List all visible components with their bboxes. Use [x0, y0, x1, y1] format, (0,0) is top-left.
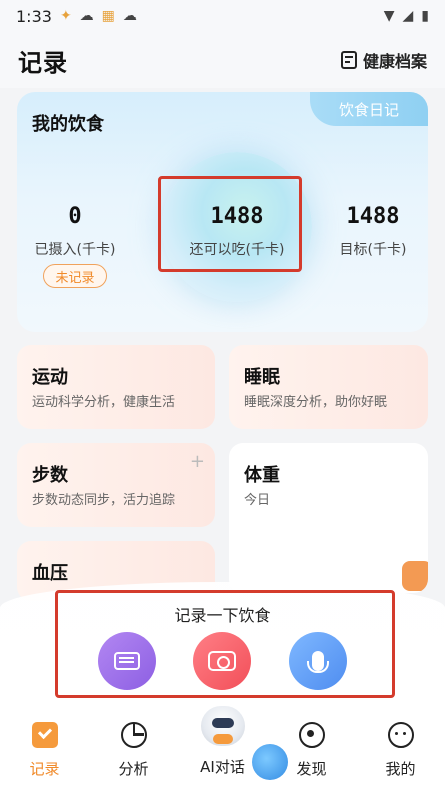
grid-app-icon: ▦	[101, 8, 115, 24]
blood-pressure-title: 血压	[32, 563, 68, 584]
consumed-value: 0	[68, 204, 82, 229]
page-title: 记录	[18, 48, 68, 77]
tab-analysis-label: 分析	[118, 760, 149, 778]
cloud-icon: ☁	[79, 8, 94, 24]
health-profile-label: 健康档案	[362, 52, 427, 71]
tab-ai-chat-label: AI对话	[200, 758, 245, 776]
status-time: 1:33	[16, 6, 52, 26]
document-icon	[340, 51, 357, 69]
status-left: 1:33 ✦ ☁ ▦ ☁	[16, 7, 137, 26]
signal-icon: ◢	[402, 8, 414, 24]
highlight-box-remaining	[158, 176, 302, 272]
sleep-title: 睡眠	[244, 367, 280, 388]
diet-diary-button[interactable]: 饮食日记	[310, 92, 428, 126]
target-value: 1488	[346, 204, 400, 229]
record-check-icon	[31, 722, 58, 748]
status-right: ▼ ◢ ▮	[384, 8, 429, 24]
tab-record-label: 记录	[29, 760, 60, 778]
weight-chart-icon	[402, 561, 428, 591]
header: 记录 健康档案	[0, 32, 445, 88]
exercise-title: 运动	[32, 367, 68, 388]
tab-record[interactable]: 记录	[0, 708, 89, 791]
steps-title: 步数	[32, 465, 68, 486]
status-bar: 1:33 ✦ ☁ ▦ ☁ ▼ ◢ ▮	[0, 0, 445, 32]
exercise-card[interactable]: 运动 运动科学分析，健康生活	[17, 345, 215, 429]
weight-title: 体重	[244, 465, 280, 486]
consumed-label: 已摄入(千卡)	[34, 242, 116, 258]
plus-icon[interactable]: +	[190, 451, 205, 472]
target-label: 目标(千卡)	[339, 242, 407, 258]
target-stat: 1488 目标(千卡)	[323, 204, 423, 259]
pie-chart-icon	[120, 722, 147, 748]
weight-desc: 今日	[244, 493, 271, 508]
highlight-box-record	[55, 590, 395, 698]
watermark-mark-icon	[252, 744, 288, 780]
health-profile-button[interactable]: 健康档案	[340, 48, 427, 72]
sleep-card[interactable]: 睡眠 睡眠深度分析，助你好眠	[229, 345, 428, 429]
notification-app-icon: ✦	[59, 8, 72, 24]
robot-icon	[200, 706, 245, 746]
weight-card[interactable]: 体重 今日	[229, 443, 428, 593]
watermark-logo	[252, 742, 420, 782]
diet-card-title: 我的饮食	[32, 114, 104, 135]
consumed-stat: 0 已摄入(千卡)	[25, 204, 125, 259]
sleep-desc: 睡眠深度分析，助你好眠	[244, 395, 388, 410]
steps-card[interactable]: + 步数 步数动态同步，活力追踪	[17, 443, 215, 527]
status-badge[interactable]: 未记录	[43, 264, 107, 288]
battery-icon: ▮	[421, 8, 429, 24]
cloud-icon-2: ☁	[122, 8, 137, 24]
exercise-desc: 运动科学分析，健康生活	[32, 395, 176, 410]
wifi-icon: ▼	[383, 8, 395, 24]
steps-desc: 步数动态同步，活力追踪	[32, 493, 176, 508]
tab-analysis[interactable]: 分析	[89, 708, 178, 791]
